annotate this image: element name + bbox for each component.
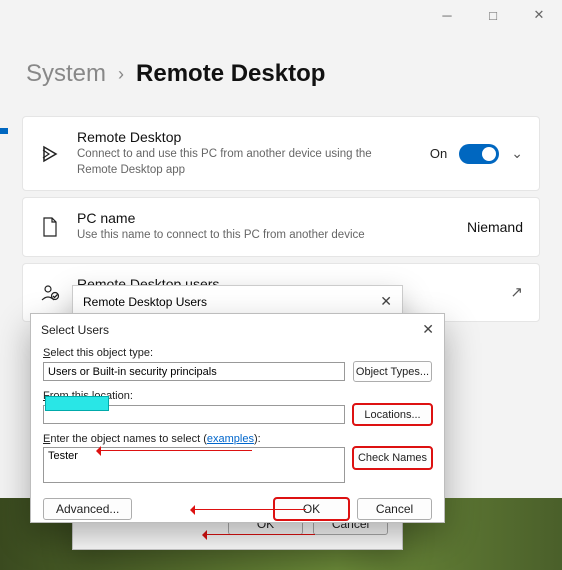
close-button[interactable]: ✕ bbox=[516, 0, 562, 30]
dialog-title: Remote Desktop Users bbox=[83, 295, 207, 309]
examples-link[interactable]: examples bbox=[207, 433, 254, 445]
card-title: Remote Desktop bbox=[77, 129, 414, 145]
remote-desktop-toggle[interactable] bbox=[459, 144, 499, 164]
object-names-field[interactable] bbox=[43, 447, 345, 483]
toggle-state-label: On bbox=[430, 146, 447, 161]
annotation-arrow bbox=[203, 534, 315, 535]
chevron-down-icon[interactable]: ⌄ bbox=[511, 145, 523, 162]
card-subtitle: Connect to and use this PC from another … bbox=[77, 147, 414, 178]
advanced-button[interactable]: Advanced... bbox=[43, 498, 132, 520]
object-type-label: Select this object type: bbox=[43, 347, 432, 359]
window-titlebar: ─ □ ✕ bbox=[0, 0, 562, 30]
external-link-icon[interactable]: ↗ bbox=[510, 283, 523, 301]
dialog-title: Select Users bbox=[41, 323, 109, 337]
card-subtitle: Use this name to connect to this PC from… bbox=[77, 228, 451, 244]
users-icon bbox=[39, 281, 61, 303]
close-icon[interactable]: ✕ bbox=[422, 321, 434, 338]
breadcrumb-system[interactable]: System bbox=[26, 60, 106, 88]
object-type-field[interactable] bbox=[43, 362, 345, 381]
pc-name-card[interactable]: PC name Use this name to connect to this… bbox=[22, 197, 540, 257]
locations-button[interactable]: Locations... bbox=[353, 404, 432, 425]
annotation-highlight bbox=[45, 396, 109, 411]
accent-strip bbox=[0, 128, 8, 134]
annotation-arrow bbox=[97, 450, 252, 451]
maximize-button[interactable]: □ bbox=[470, 0, 516, 30]
pc-name-value: Niemand bbox=[467, 219, 523, 235]
object-names-label: Enter the object names to select (exampl… bbox=[43, 433, 432, 445]
document-icon bbox=[39, 216, 61, 238]
close-icon[interactable]: ✕ bbox=[380, 293, 392, 310]
object-types-button[interactable]: Object Types... bbox=[353, 361, 432, 382]
card-title: PC name bbox=[77, 210, 451, 226]
chevron-right-icon: › bbox=[118, 64, 124, 85]
breadcrumb: System › Remote Desktop bbox=[0, 30, 562, 110]
page-title: Remote Desktop bbox=[136, 60, 325, 88]
annotation-arrow bbox=[191, 509, 306, 510]
remote-desktop-icon bbox=[39, 143, 61, 165]
select-users-dialog: Select Users ✕ Select this object type: … bbox=[30, 313, 445, 523]
remote-desktop-card[interactable]: Remote Desktop Connect to and use this P… bbox=[22, 116, 540, 191]
cancel-button[interactable]: Cancel bbox=[357, 498, 432, 520]
minimize-button[interactable]: ─ bbox=[424, 0, 470, 30]
check-names-button[interactable]: Check Names bbox=[353, 447, 432, 469]
